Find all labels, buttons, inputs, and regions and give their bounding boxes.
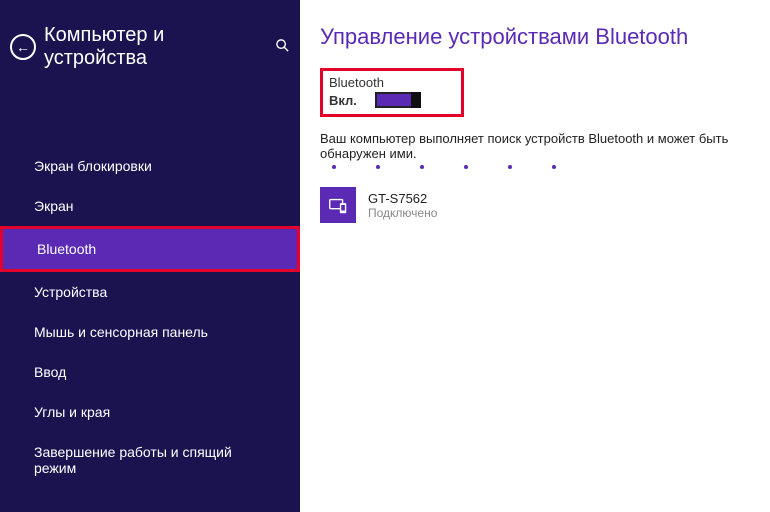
dot-icon [420,165,424,169]
dot-icon [332,165,336,169]
sidebar-menu: Экран блокировки Экран Bluetooth Устройс… [0,146,300,488]
dot-icon [376,165,380,169]
searching-indicator [320,165,750,169]
bluetooth-toggle-box: Bluetooth Вкл. [320,68,464,117]
sidebar-item-display[interactable]: Экран [0,186,300,226]
sidebar-item-power[interactable]: Завершение работы и спящий режим [0,432,300,488]
sidebar-item-corners[interactable]: Углы и края [0,392,300,432]
dot-icon [464,165,468,169]
page-title: Управление устройствами Bluetooth [320,24,750,50]
sidebar-header: ← Компьютер и устройства [0,0,300,86]
device-item[interactable]: GT-S7562 Подключено [320,187,750,223]
sidebar-item-devices[interactable]: Устройства [0,272,300,312]
device-status: Подключено [368,206,437,220]
back-button[interactable]: ← [10,34,36,60]
sidebar: ← Компьютер и устройства Экран блокировк… [0,0,300,512]
sidebar-item-input[interactable]: Ввод [0,352,300,392]
search-status-text: Ваш компьютер выполняет поиск устройств … [320,131,750,161]
search-icon[interactable] [275,38,290,56]
bluetooth-toggle-label: Bluetooth [329,75,421,90]
main-panel: Управление устройствами Bluetooth Blueto… [300,0,770,512]
sidebar-title: Компьютер и устройства [44,24,267,70]
sidebar-item-bluetooth[interactable]: Bluetooth [0,226,300,272]
bluetooth-toggle[interactable] [375,92,421,108]
sidebar-item-lockscreen[interactable]: Экран блокировки [0,146,300,186]
dot-icon [508,165,512,169]
bluetooth-toggle-state: Вкл. [329,93,357,108]
arrow-left-icon: ← [16,39,30,55]
device-name: GT-S7562 [368,191,437,206]
dot-icon [552,165,556,169]
sidebar-item-mouse[interactable]: Мышь и сенсорная панель [0,312,300,352]
device-info: GT-S7562 Подключено [368,191,437,220]
phone-icon [320,187,356,223]
toggle-handle-icon [411,92,421,108]
